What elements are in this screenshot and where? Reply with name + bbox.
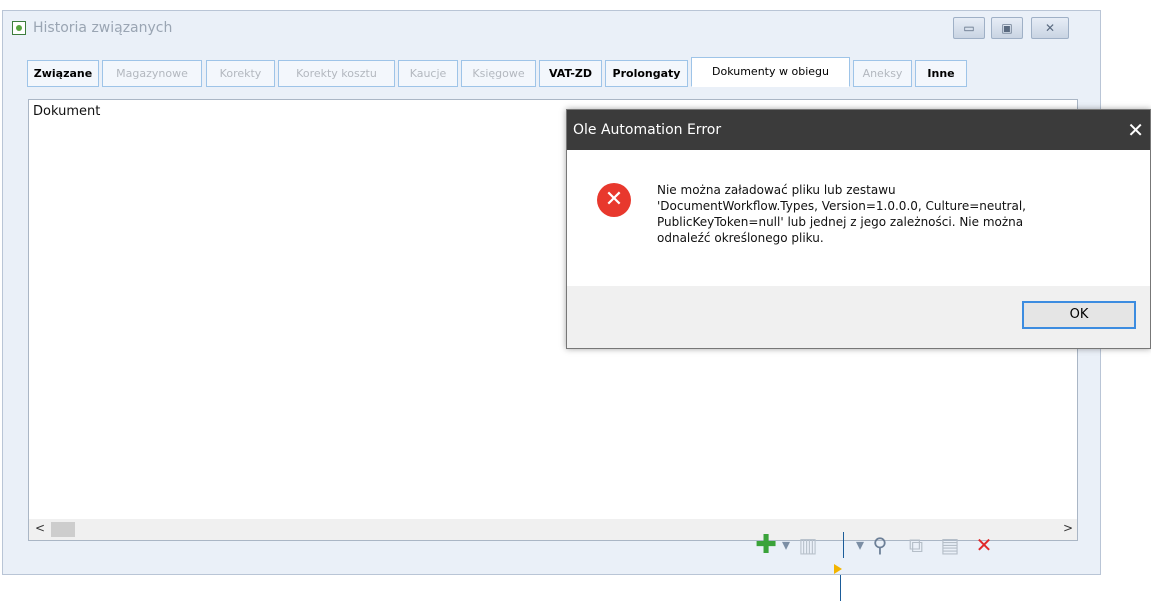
- search-icon[interactable]: ⚲: [867, 531, 893, 559]
- dropdown-icon[interactable]: ▾: [855, 531, 865, 559]
- open-document-icon[interactable]: [829, 531, 855, 601]
- close-button[interactable]: ✕: [1031, 17, 1069, 39]
- message-line: odnaleźć określonego pliku.: [657, 231, 824, 245]
- tab-vat-zd[interactable]: VAT-ZD: [539, 60, 602, 87]
- tab-dokumenty-w-obiegu[interactable]: Dokumenty w obiegu: [691, 57, 850, 87]
- link-icon[interactable]: ⧉: [903, 531, 929, 559]
- scroll-right-arrow[interactable]: >: [1063, 521, 1073, 535]
- message-line: PublicKeyToken=null' lub jednej z jego z…: [657, 215, 1024, 229]
- add-icon[interactable]: ✚: [753, 531, 779, 559]
- scroll-left-arrow[interactable]: <: [35, 521, 45, 535]
- tab-zwiazane[interactable]: Związane: [27, 60, 99, 87]
- details-icon[interactable]: ▤: [937, 531, 963, 559]
- dropdown-icon[interactable]: ▾: [781, 531, 791, 559]
- dialog-title: Ole Automation Error: [573, 122, 722, 138]
- tab-prolongaty[interactable]: Prolongaty: [605, 60, 688, 87]
- maximize-button[interactable]: ▣: [991, 17, 1023, 39]
- dialog-close-button[interactable]: ✕: [1127, 110, 1144, 150]
- close-red-icon[interactable]: ✕: [971, 531, 997, 559]
- dialog-title-bar[interactable]: Ole Automation Error ✕: [567, 110, 1150, 150]
- column-header-dokument[interactable]: Dokument: [33, 104, 100, 119]
- tab-aneksy: Aneksy: [853, 60, 912, 87]
- scroll-thumb[interactable]: [51, 522, 75, 537]
- message-line: Nie można załadować pliku lub zestawu: [657, 183, 896, 197]
- message-line: 'DocumentWorkflow.Types, Version=1.0.0.0…: [657, 199, 1026, 213]
- tab-korekty-kosztu: Korekty kosztu: [278, 60, 395, 87]
- window-title: Historia związanych: [33, 20, 173, 36]
- tab-kaucje: Kaucje: [398, 60, 458, 87]
- tab-magazynowe: Magazynowe: [102, 60, 202, 87]
- minimize-button[interactable]: ▭: [953, 17, 985, 39]
- tab-korekty: Korekty: [206, 60, 275, 87]
- title-bar[interactable]: Historia związanych ▭ ▣ ✕: [3, 11, 1100, 43]
- ok-button[interactable]: OK: [1022, 301, 1136, 329]
- dialog-footer: OK: [567, 286, 1150, 348]
- tab-ksiegowe: Księgowe: [461, 60, 536, 87]
- delete-icon[interactable]: ▥: [795, 531, 821, 559]
- error-dialog: Ole Automation Error ✕ ✕ Nie można załad…: [566, 109, 1151, 349]
- error-icon: ✕: [597, 183, 631, 217]
- error-message: Nie można załadować pliku lub zestawu 'D…: [657, 182, 1127, 246]
- app-icon: [12, 21, 26, 35]
- tab-inne[interactable]: Inne: [915, 60, 967, 87]
